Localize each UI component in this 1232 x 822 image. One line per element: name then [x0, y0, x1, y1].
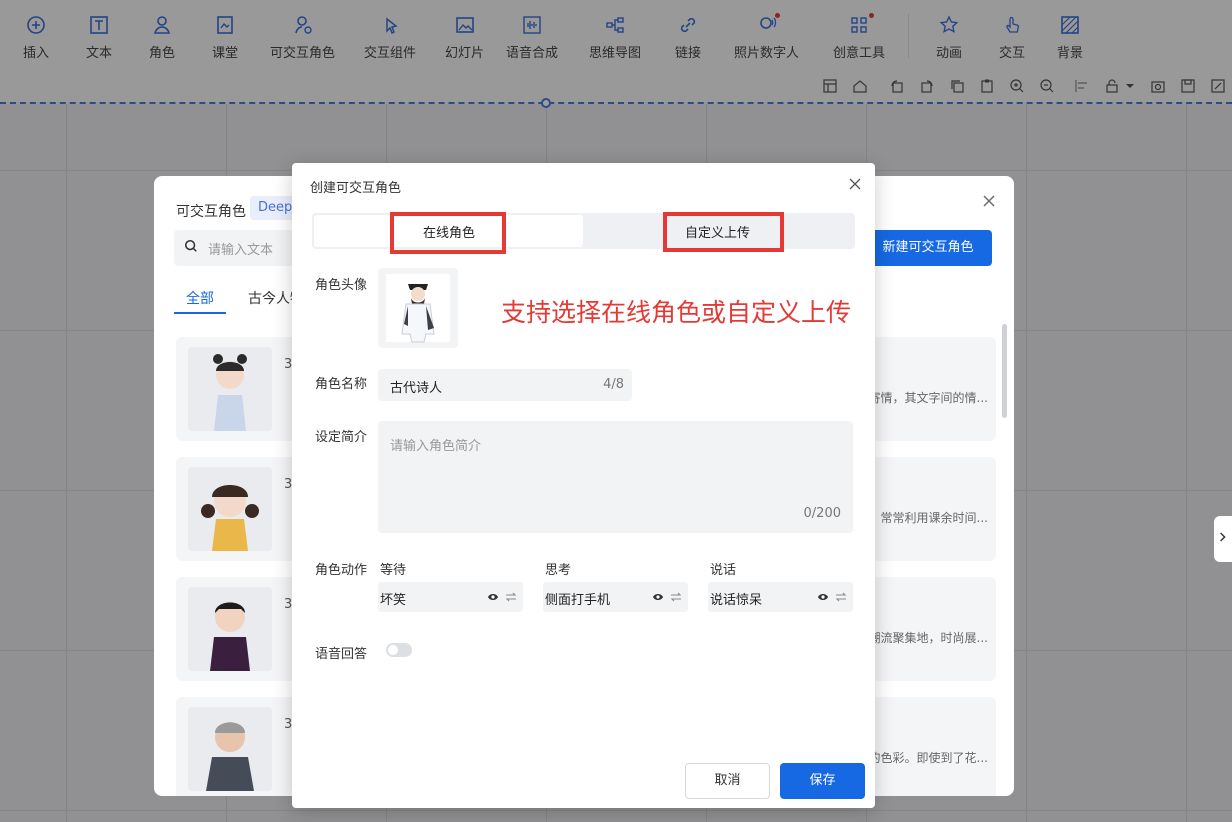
save-button[interactable]: 保存: [780, 763, 865, 799]
role-avatar: [188, 587, 272, 671]
name-label: 角色名称: [315, 377, 368, 392]
intro-label: 设定简介: [315, 430, 368, 445]
role-description: 常常利用课余时间...: [880, 511, 988, 525]
create-interactive-role-dialog: 创建可交互角色 在线角色 自定义上传 角色头像 支持选择在线角色或自定义上传 角…: [292, 163, 875, 808]
role-intro-textarea[interactable]: 请输入角色简介 0/200: [378, 421, 853, 533]
role-avatar-picker[interactable]: [378, 268, 458, 348]
close-icon[interactable]: [982, 194, 996, 208]
annotation-text: 支持选择在线角色或自定义上传: [501, 298, 852, 327]
role-avatar: [188, 347, 272, 431]
tab-all[interactable]: 全部: [186, 288, 214, 308]
swap-icon[interactable]: [505, 591, 517, 603]
role-avatar: [188, 467, 272, 551]
highlight-box: [663, 212, 784, 252]
action-select-speak[interactable]: 说话惊呆: [708, 582, 853, 612]
eye-icon[interactable]: [487, 591, 499, 603]
search-placeholder: 请输入文本: [208, 242, 274, 258]
voice-label: 语音回答: [315, 647, 368, 662]
cancel-button[interactable]: 取消: [685, 763, 770, 799]
action-value: 侧面打手机: [545, 593, 611, 608]
search-icon: [184, 239, 198, 257]
role-description: 寄情，其文字间的情...: [868, 391, 988, 405]
role-name-input[interactable]: 古代诗人 4/8: [378, 369, 632, 401]
eye-icon[interactable]: [652, 591, 664, 603]
new-interactive-role-button[interactable]: 新建可交互角色: [864, 230, 992, 266]
swap-icon[interactable]: [670, 591, 682, 603]
close-icon[interactable]: [849, 178, 861, 190]
expand-panel-button[interactable]: [1214, 516, 1232, 562]
role-name-value: 古代诗人: [390, 381, 443, 396]
action-head-think: 思考: [545, 563, 572, 578]
role-description: 的色彩。即使到了花...: [868, 751, 988, 765]
panel-title: 可交互角色: [176, 204, 246, 220]
voice-answer-toggle[interactable]: [386, 643, 412, 657]
action-head-wait: 等待: [380, 563, 407, 578]
toggle-knob: [388, 645, 398, 655]
eye-icon[interactable]: [817, 591, 829, 603]
action-head-speak: 说话: [710, 563, 737, 578]
chevron-right-icon: [1219, 531, 1227, 547]
intro-placeholder: 请输入角色简介: [390, 439, 482, 454]
role-description: 潮流聚集地，时尚展...: [868, 631, 988, 645]
swap-icon[interactable]: [835, 591, 847, 603]
action-select-wait[interactable]: 坏笑: [378, 582, 523, 612]
highlight-box: [390, 212, 506, 254]
action-label: 角色动作: [315, 563, 368, 578]
dialog-title: 创建可交互角色: [310, 181, 402, 196]
panel-scrollbar[interactable]: [1002, 324, 1007, 418]
role-name-count: 4/8: [603, 377, 624, 392]
role-avatar: [188, 707, 272, 791]
intro-count: 0/200: [803, 506, 841, 521]
action-value: 说话惊呆: [710, 593, 763, 608]
action-select-think[interactable]: 侧面打手机: [543, 582, 688, 612]
tab-underline: [174, 312, 226, 314]
avatar-label: 角色头像: [315, 278, 368, 293]
action-value: 坏笑: [380, 593, 407, 608]
